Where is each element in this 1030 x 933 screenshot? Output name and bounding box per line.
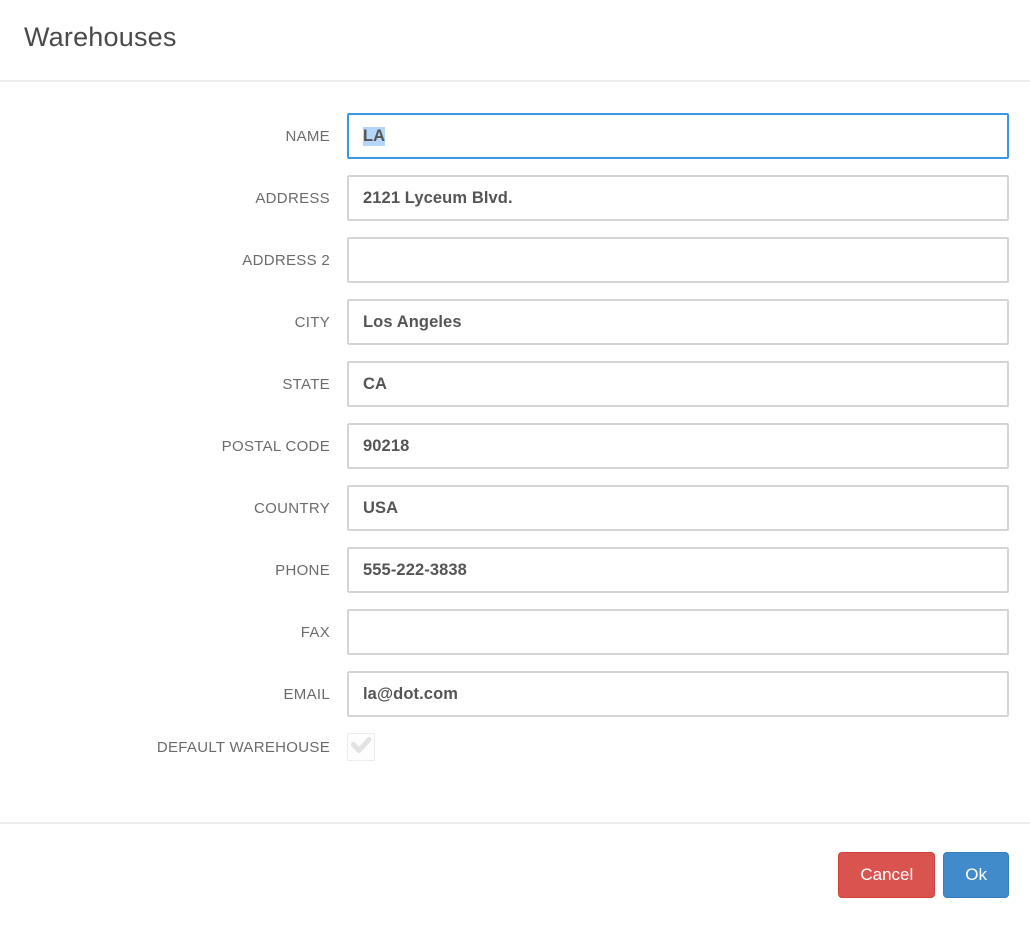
field-label: FAX bbox=[300, 623, 330, 641]
warehouse-form: NAME LA ADDRESS 2121 Lyceum Blvd. ADDRES… bbox=[0, 82, 1030, 761]
field-label: PHONE bbox=[275, 561, 330, 579]
cancel-button[interactable]: Cancel bbox=[838, 852, 936, 898]
default-warehouse-checkbox[interactable] bbox=[347, 733, 375, 761]
input-value: 2121 Lyceum Blvd. bbox=[363, 188, 513, 207]
form-row: POSTAL CODE 90218 bbox=[0, 423, 1030, 469]
field-label: EMAIL bbox=[283, 685, 330, 703]
form-row: ADDRESS 2121 Lyceum Blvd. bbox=[0, 175, 1030, 221]
field-label: ADDRESS bbox=[255, 189, 330, 207]
dialog-header: Warehouses bbox=[0, 0, 1030, 53]
field-label: NAME bbox=[285, 127, 330, 145]
field-label: POSTAL CODE bbox=[221, 437, 330, 455]
address-input[interactable]: 2121 Lyceum Blvd. bbox=[347, 175, 1009, 221]
country-input[interactable]: USA bbox=[347, 485, 1009, 531]
input-value: Los Angeles bbox=[363, 312, 462, 331]
form-row: CITY Los Angeles bbox=[0, 299, 1030, 345]
form-row: PHONE 555-222-3838 bbox=[0, 547, 1030, 593]
state-input[interactable]: CA bbox=[347, 361, 1009, 407]
fax-input[interactable] bbox=[347, 609, 1009, 655]
form-row: NAME LA bbox=[0, 113, 1030, 159]
page-title: Warehouses bbox=[24, 22, 177, 52]
ok-button[interactable]: Ok bbox=[943, 852, 1009, 898]
form-row: FAX bbox=[0, 609, 1030, 655]
input-value: CA bbox=[363, 374, 388, 393]
form-row: ADDRESS 2 bbox=[0, 237, 1030, 283]
field-label: STATE bbox=[282, 375, 330, 393]
form-row: COUNTRY USA bbox=[0, 485, 1030, 531]
postal-code-input[interactable]: 90218 bbox=[347, 423, 1009, 469]
default-warehouse-row: DEFAULT WAREHOUSE bbox=[0, 733, 1030, 761]
form-row: EMAIL la@dot.com bbox=[0, 671, 1030, 717]
input-value: la@dot.com bbox=[363, 684, 459, 703]
input-value: 555-222-3838 bbox=[363, 560, 467, 579]
field-label: COUNTRY bbox=[254, 499, 330, 517]
input-value: 90218 bbox=[363, 436, 410, 455]
checkmark-icon bbox=[350, 734, 372, 761]
input-value: LA bbox=[363, 126, 386, 146]
city-input[interactable]: Los Angeles bbox=[347, 299, 1009, 345]
field-label: CITY bbox=[294, 313, 330, 331]
dialog-footer: Cancel Ok bbox=[0, 824, 1030, 898]
warehouses-dialog: Warehouses NAME LA ADDRESS 2121 Lyceum B… bbox=[0, 0, 1030, 933]
name-input[interactable]: LA bbox=[347, 113, 1009, 159]
address2-input[interactable] bbox=[347, 237, 1009, 283]
default-warehouse-label: DEFAULT WAREHOUSE bbox=[156, 738, 330, 756]
input-value: USA bbox=[363, 498, 399, 517]
phone-input[interactable]: 555-222-3838 bbox=[347, 547, 1009, 593]
email-input[interactable]: la@dot.com bbox=[347, 671, 1009, 717]
form-row: STATE CA bbox=[0, 361, 1030, 407]
form-fields: NAME LA ADDRESS 2121 Lyceum Blvd. ADDRES… bbox=[0, 113, 1030, 717]
field-label: ADDRESS 2 bbox=[242, 251, 330, 269]
